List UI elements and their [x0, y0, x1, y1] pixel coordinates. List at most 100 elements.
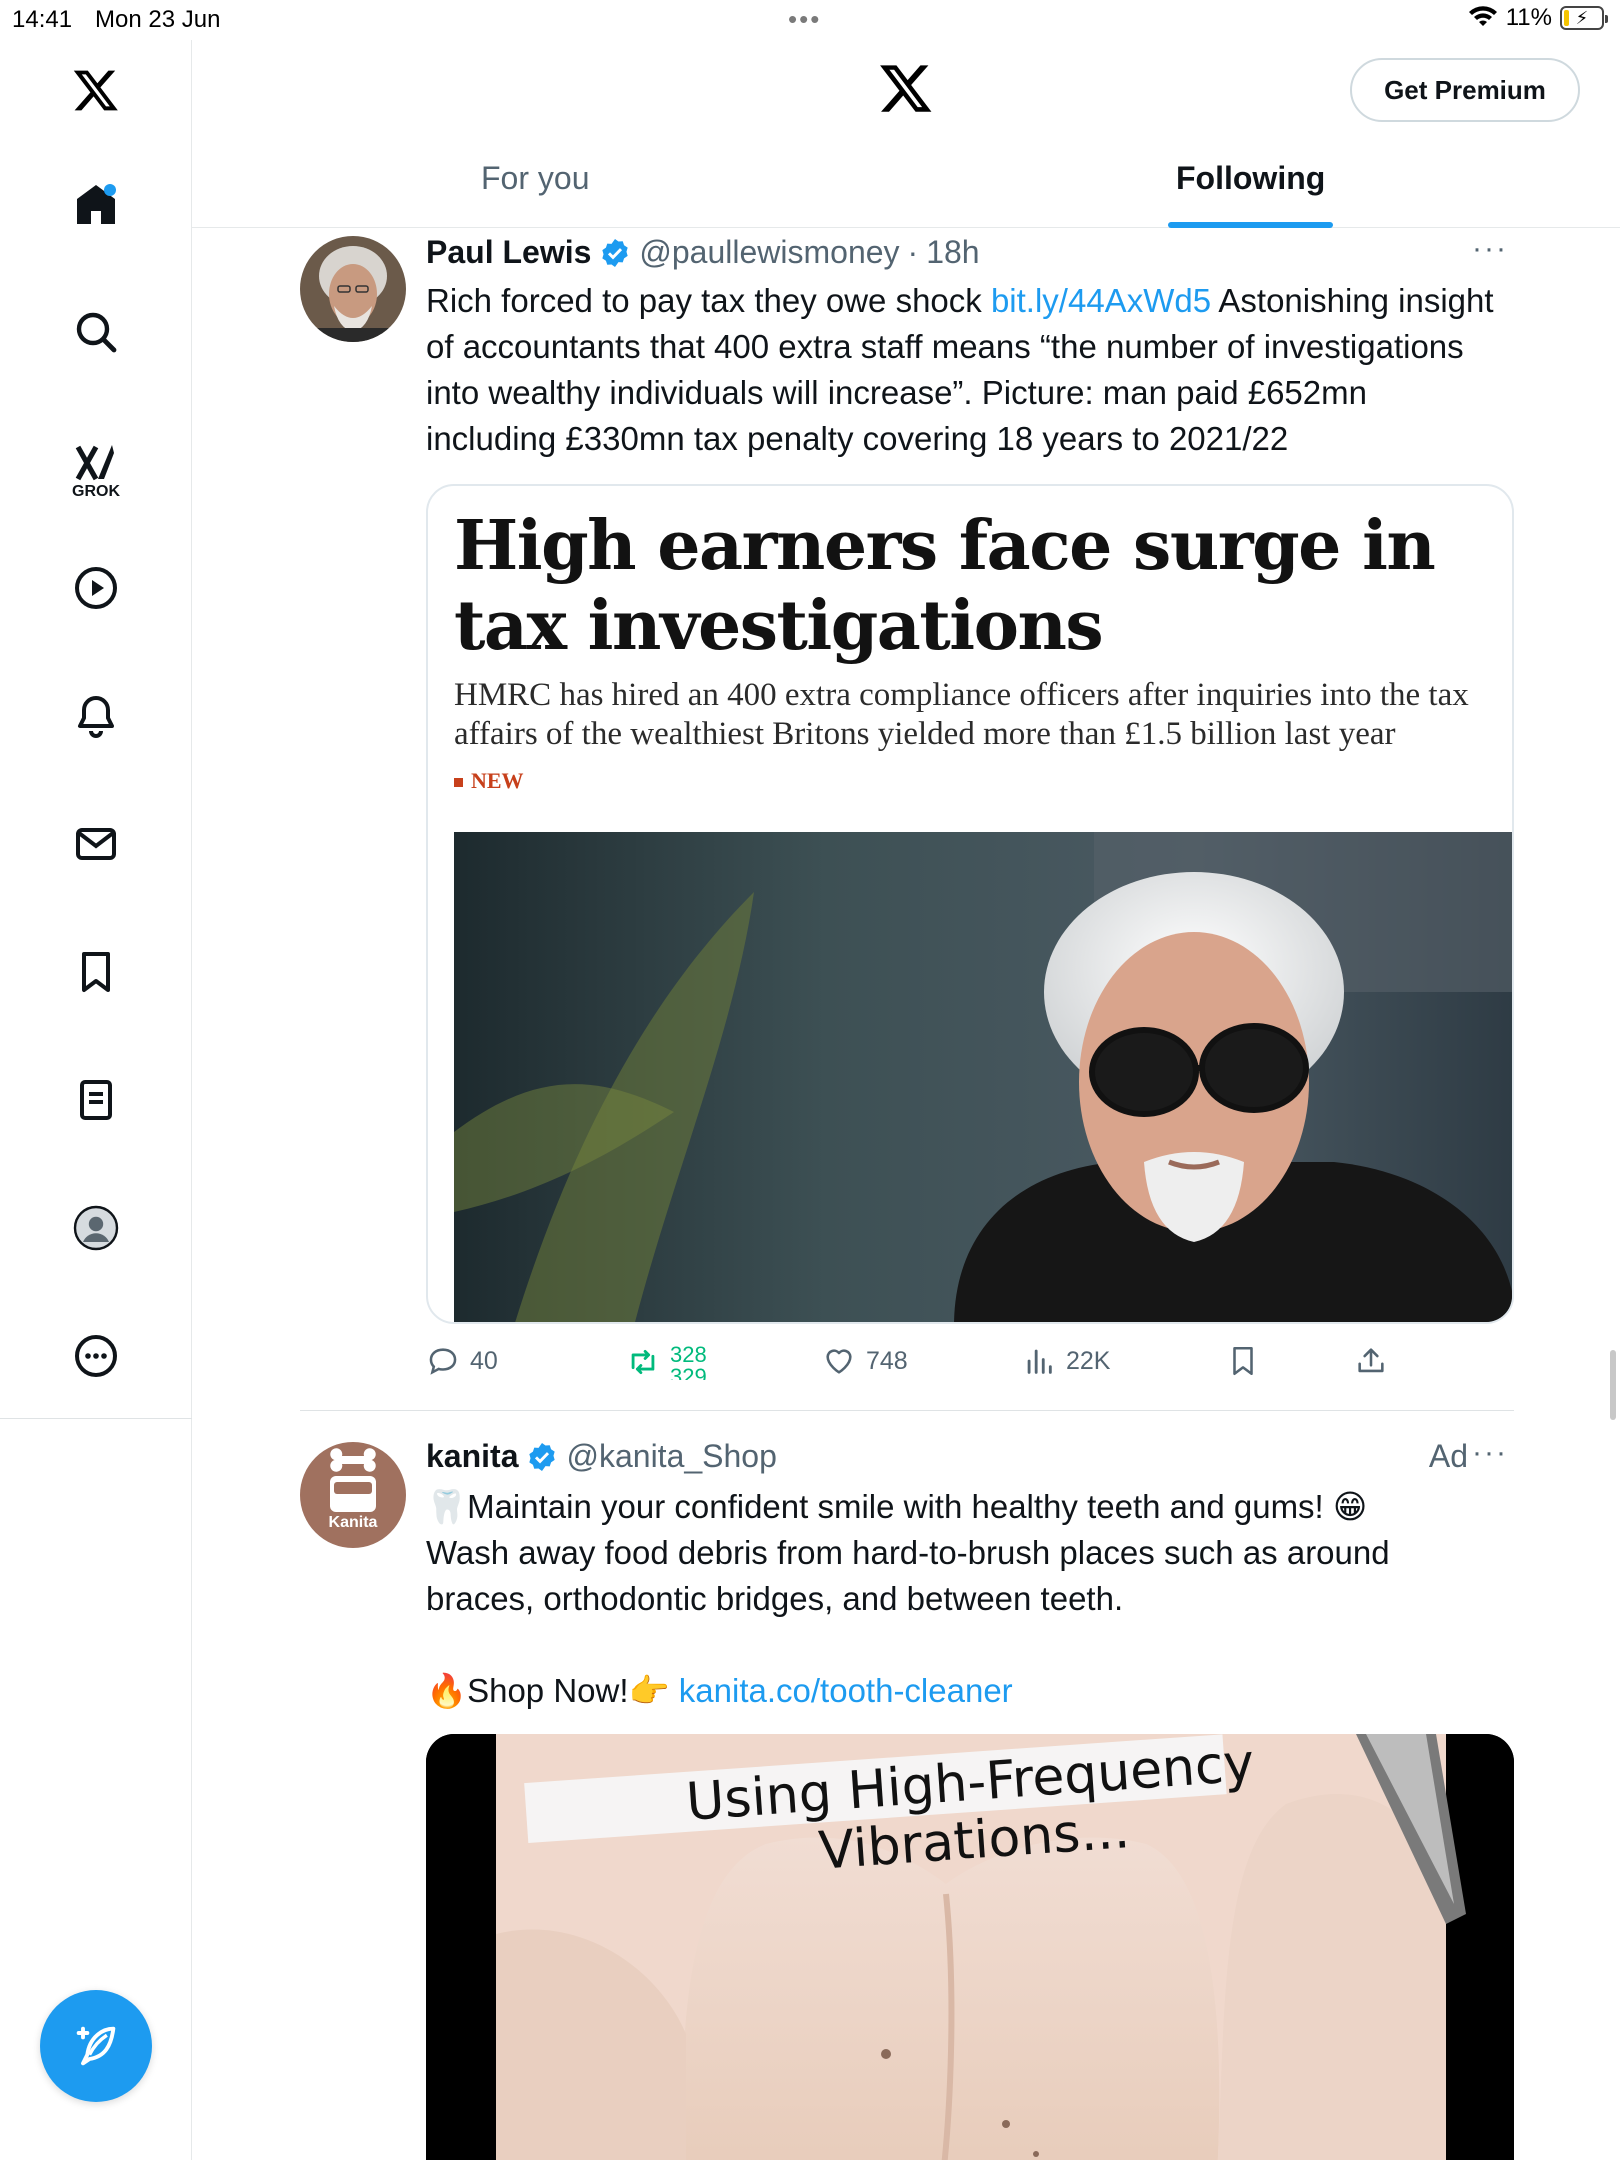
- sidebar-item-bookmarks[interactable]: [66, 942, 126, 1002]
- like-count: 748: [866, 1346, 908, 1375]
- status-bar: 14:41 Mon 23 Jun ••• 11% ⚡: [0, 0, 1620, 40]
- cta-text: Shop Now!: [467, 1672, 629, 1709]
- retweet-count: 328 329: [670, 1344, 707, 1380]
- sidebar-item-profile[interactable]: [66, 1198, 126, 1258]
- compose-icon: [76, 2026, 116, 2066]
- author-name[interactable]: Paul Lewis: [426, 234, 591, 271]
- bookmark-icon: [1233, 1346, 1253, 1376]
- get-premium-button[interactable]: Get Premium: [1350, 58, 1580, 122]
- tweet-actions: 40 328 329 748 22K: [426, 1344, 1526, 1404]
- ad-video-frame: Using High-Frequency Vibrations...: [426, 1734, 1514, 2160]
- tweet-header: Paul Lewis @paullewismoney · 18h: [426, 234, 980, 271]
- more-icon: [75, 1335, 117, 1377]
- sidebar-item-more[interactable]: [66, 1326, 126, 1386]
- separator-dot: ·: [907, 234, 919, 270]
- tweet-time[interactable]: 18h: [926, 234, 979, 271]
- verified-badge-icon: [602, 238, 629, 267]
- tweet-image[interactable]: High earners face surge in tax investiga…: [426, 484, 1514, 1324]
- grok-label: GROK: [72, 483, 120, 500]
- reply-button[interactable]: 40: [426, 1344, 498, 1378]
- scrollbar[interactable]: [1610, 1350, 1616, 1420]
- messages-icon: [76, 828, 116, 860]
- author-handle[interactable]: @paullewismoney: [639, 234, 899, 271]
- article-subheadline: HMRC has hired an 400 extra compliance o…: [454, 677, 1469, 752]
- promoted-tweet[interactable]: Kanita kanita @kanita_Shop Ad ··· 🦷Maint…: [192, 1430, 1620, 2160]
- search-icon: [76, 312, 117, 353]
- tweet-text-line: 🦷Maintain your confident smile with heal…: [426, 1484, 1506, 1530]
- ad-link[interactable]: kanita.co/tooth-cleaner: [679, 1672, 1013, 1709]
- sidebar-item-grok[interactable]: GROK: [66, 428, 126, 512]
- share-icon: [1358, 1348, 1384, 1373]
- tweet-text-part: Rich forced to pay tax they owe shock: [426, 282, 991, 319]
- views-button[interactable]: 22K: [1022, 1344, 1110, 1378]
- retweet-icon: [631, 1349, 655, 1375]
- more-options-icon[interactable]: ···: [1472, 1436, 1508, 1470]
- x-logo-icon[interactable]: [66, 60, 126, 120]
- views-count: 22K: [1066, 1346, 1111, 1375]
- timeline-header: Get Premium For you Following: [192, 40, 1620, 228]
- retweet-count-new: 329: [670, 1364, 707, 1381]
- sidebar-item-video[interactable]: [66, 558, 126, 618]
- sidebar-divider: [0, 1418, 192, 1419]
- share-button[interactable]: [1354, 1344, 1388, 1378]
- battery-percent: 11%: [1505, 4, 1552, 31]
- more-options-icon[interactable]: ···: [1472, 232, 1508, 266]
- grok-icon: [75, 445, 114, 481]
- avatar[interactable]: [300, 236, 406, 342]
- multitasking-dots[interactable]: •••: [788, 4, 821, 35]
- author-name[interactable]: kanita: [426, 1438, 518, 1475]
- reply-icon: [429, 1348, 457, 1375]
- views-icon: [1027, 1349, 1052, 1374]
- tweet[interactable]: Paul Lewis @paullewismoney · 18h ··· Ric…: [192, 228, 1620, 1411]
- like-button[interactable]: 748: [822, 1344, 908, 1378]
- tab-following-label: Following: [1176, 160, 1326, 196]
- video-icon: [75, 567, 117, 609]
- reply-count: 40: [470, 1346, 498, 1375]
- battery-icon: ⚡: [1560, 6, 1608, 30]
- x-logo-icon[interactable]: [878, 60, 934, 116]
- notifications-icon: [78, 696, 114, 738]
- retweet-button[interactable]: 328 329: [626, 1344, 707, 1380]
- lists-icon: [80, 1080, 112, 1120]
- ad-video[interactable]: Using High-Frequency Vibrations...: [426, 1734, 1514, 2160]
- sidebar: GROK: [0, 40, 192, 2160]
- sidebar-item-home[interactable]: [66, 174, 126, 234]
- retweet-count-old: 328: [670, 1344, 707, 1367]
- pointing-hand-emoji-icon: 👉: [628, 1672, 670, 1709]
- ad-label: Ad: [1428, 1438, 1468, 1474]
- sidebar-item-messages[interactable]: [66, 814, 126, 874]
- unread-dot: [104, 184, 116, 196]
- status-date: Mon 23 Jun: [95, 6, 221, 33]
- bookmark-button[interactable]: [1226, 1344, 1260, 1378]
- sidebar-item-notifications[interactable]: [66, 686, 126, 746]
- tweet-header: kanita @kanita_Shop: [426, 1438, 777, 1475]
- fire-emoji-icon: 🔥: [426, 1672, 468, 1709]
- tooth-emoji-icon: 🦷: [426, 1488, 468, 1525]
- heart-icon: [826, 1349, 852, 1374]
- compose-button[interactable]: [40, 1990, 152, 2102]
- sidebar-item-lists[interactable]: [66, 1070, 126, 1130]
- verified-badge-icon: [529, 1442, 556, 1471]
- article-new-badge: NEW: [454, 768, 524, 794]
- bookmarks-icon: [82, 952, 110, 992]
- sidebar-item-search[interactable]: [66, 302, 126, 362]
- grin-emoji: 😁: [1332, 1488, 1368, 1525]
- avatar[interactable]: Kanita: [300, 1442, 406, 1548]
- wifi-icon: [1468, 6, 1497, 26]
- author-handle[interactable]: @kanita_Shop: [566, 1438, 776, 1475]
- tweet-text-part: Maintain your confident smile with healt…: [467, 1488, 1333, 1525]
- status-time: 14:41: [12, 6, 73, 33]
- article-headline: High earners face surge in tax investiga…: [454, 506, 1436, 666]
- tab-for-you[interactable]: For you: [481, 160, 589, 228]
- tweet-cta-line: 🔥Shop Now!👉 kanita.co/tooth-cleaner: [426, 1668, 1506, 1714]
- tweet-separator: [300, 1410, 1514, 1411]
- avatar-brand-text: Kanita: [328, 1514, 378, 1531]
- tab-for-you-label: For you: [481, 160, 590, 196]
- profile-icon: [73, 1205, 119, 1251]
- tweet-text: 🦷Maintain your confident smile with heal…: [426, 1484, 1506, 1714]
- tweet-text-line: Wash away food debris from hard-to-brush…: [426, 1534, 1390, 1617]
- tweet-text: Rich forced to pay tax they owe shock bi…: [426, 278, 1506, 462]
- article-photo: [454, 832, 1512, 1322]
- tweet-link[interactable]: bit.ly/44AxWd5: [991, 282, 1211, 319]
- tab-following[interactable]: Following: [1168, 160, 1334, 228]
